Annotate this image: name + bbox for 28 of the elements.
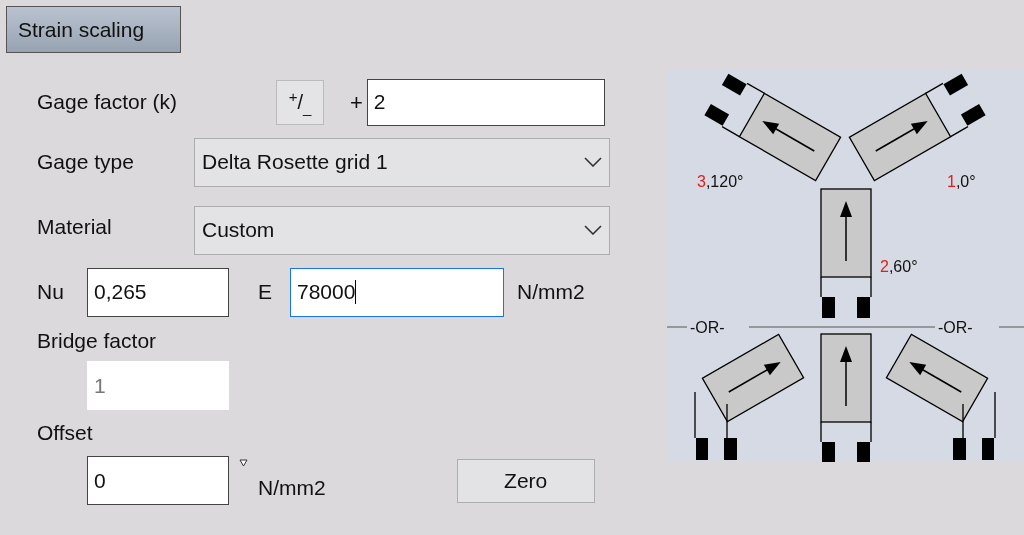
text-cursor [355,280,357,304]
field-label: Bridge factor [37,329,158,353]
gauge-angle-label: 3,120° [697,173,744,190]
input-field[interactable]: 0 [87,456,229,505]
small-triangle-icon [239,459,248,468]
field-label: Gage factor (k) [37,89,179,116]
dropdown[interactable]: Delta Rosette grid 1 [194,137,610,187]
separator-label: -OR- [690,319,725,336]
chevron-down-icon [584,157,602,167]
sign-text: + [350,88,363,117]
field-label: Nu [37,279,65,306]
chevron-down-icon [584,225,602,235]
unit-label: N/mm2 [258,475,326,501]
input-field[interactable]: 2 [366,78,605,126]
gauge-angle-label: 1,0° [947,173,976,190]
field-label: Material [37,214,113,241]
input-field[interactable]: 0,265 [87,267,229,317]
tab-button[interactable]: Strain scaling [6,6,181,53]
separator-label: -OR- [938,319,973,336]
field-label: Offset [37,420,94,446]
dropdown[interactable]: Custom [194,205,610,255]
field-label: E [258,279,273,306]
zero-button[interactable]: Zero [456,459,595,503]
field-label: Gage type [37,149,135,176]
gauge-angle-label: 2,60° [880,258,918,275]
sign-toggle-button[interactable]: $^{+}$/$_{_}$ [276,79,324,125]
input-field[interactable]: 78000 [290,267,504,317]
unit-label: N/mm2 [517,279,585,306]
